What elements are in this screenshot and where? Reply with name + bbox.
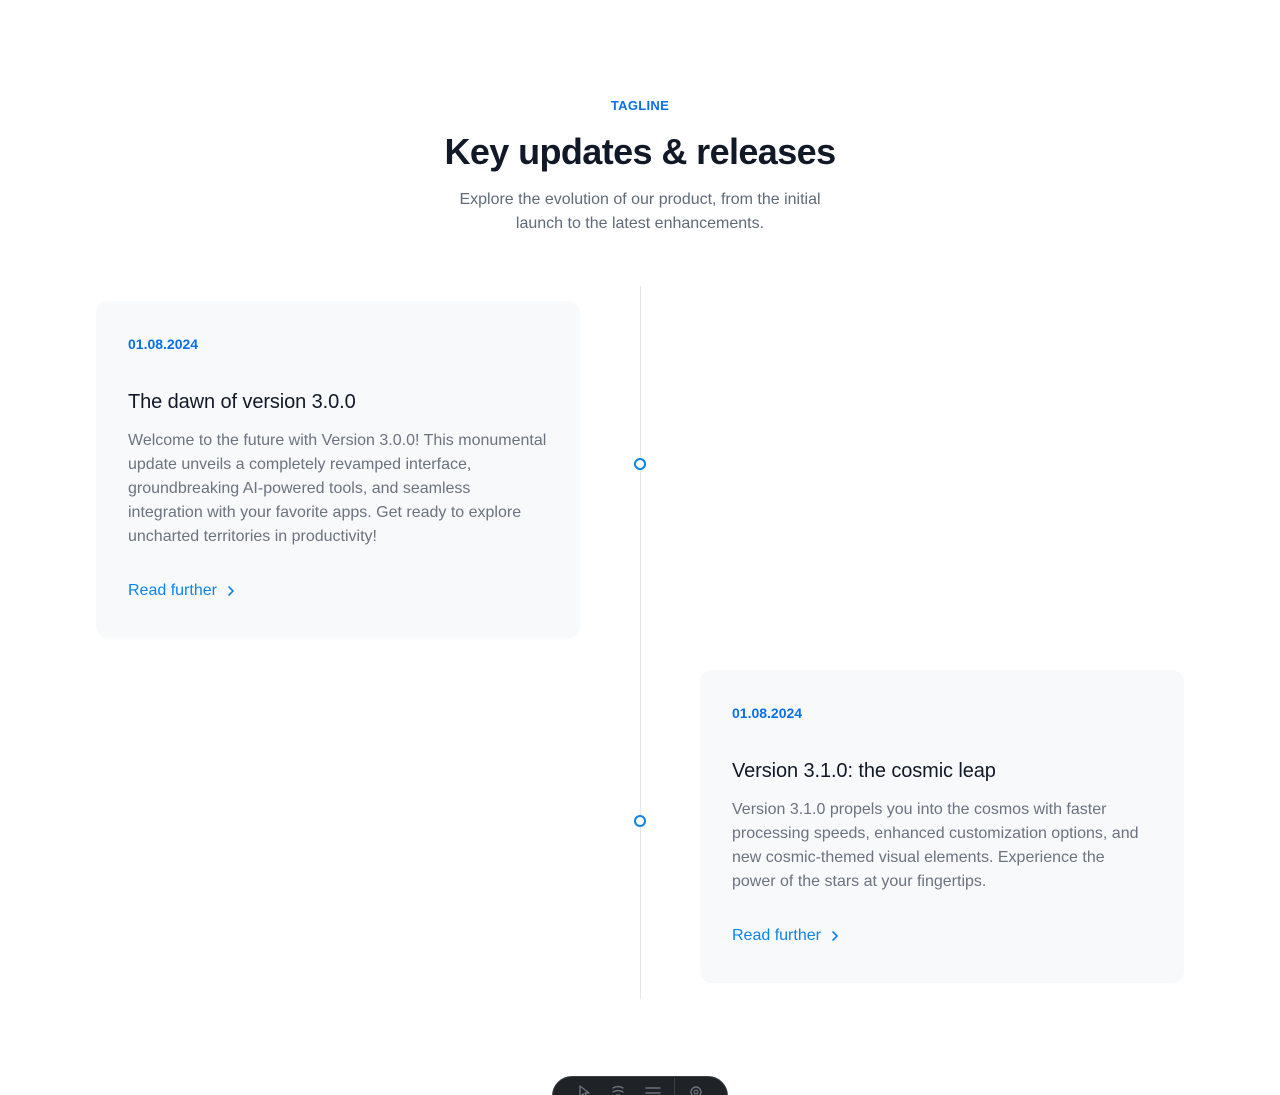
- pointer-icon: [579, 1085, 590, 1095]
- chevron-right-icon: [832, 931, 838, 941]
- settings-icon: [690, 1086, 702, 1095]
- chevron-right-icon: [228, 586, 234, 596]
- release-description: Version 3.1.0 propels you into the cosmo…: [732, 801, 1139, 890]
- release-date: 01.08.2024: [128, 336, 199, 352]
- toolbar-divider: [673, 1078, 675, 1095]
- comment-icon: [612, 1085, 625, 1095]
- release-card: 01.08.2024 The dawn of version 3.0.0 Wel…: [96, 301, 580, 638]
- read-further-label: Read further: [732, 927, 821, 944]
- pointer-button[interactable]: [567, 1076, 601, 1095]
- read-further-link[interactable]: Read further: [732, 926, 839, 946]
- timeline-dot: [634, 815, 646, 827]
- settings-button[interactable]: [679, 1076, 713, 1095]
- page-title: Key updates & releases: [444, 131, 836, 172]
- tagline: TAGLINE: [610, 98, 670, 113]
- timeline-line: [640, 286, 641, 999]
- menu-button[interactable]: [636, 1076, 670, 1095]
- releases-section: TAGLINE Key updates & releases Explore t…: [0, 0, 1280, 1095]
- read-further-link[interactable]: Read further: [128, 581, 235, 601]
- page-subtitle: Explore the evolution of our product, fr…: [459, 191, 821, 232]
- release-description: Welcome to the future with Version 3.0.0…: [128, 432, 547, 545]
- comment-button[interactable]: [601, 1076, 635, 1095]
- release-title: Version 3.1.0: the cosmic leap: [732, 760, 996, 782]
- read-further-label: Read further: [128, 582, 217, 599]
- timeline-dot: [634, 458, 646, 470]
- release-card: 01.08.2024 Version 3.1.0: the cosmic lea…: [700, 670, 1184, 983]
- floating-toolbar: [552, 1076, 728, 1095]
- release-date: 01.08.2024: [732, 705, 803, 721]
- menu-icon: [645, 1087, 661, 1094]
- release-title: The dawn of version 3.0.0: [128, 391, 356, 413]
